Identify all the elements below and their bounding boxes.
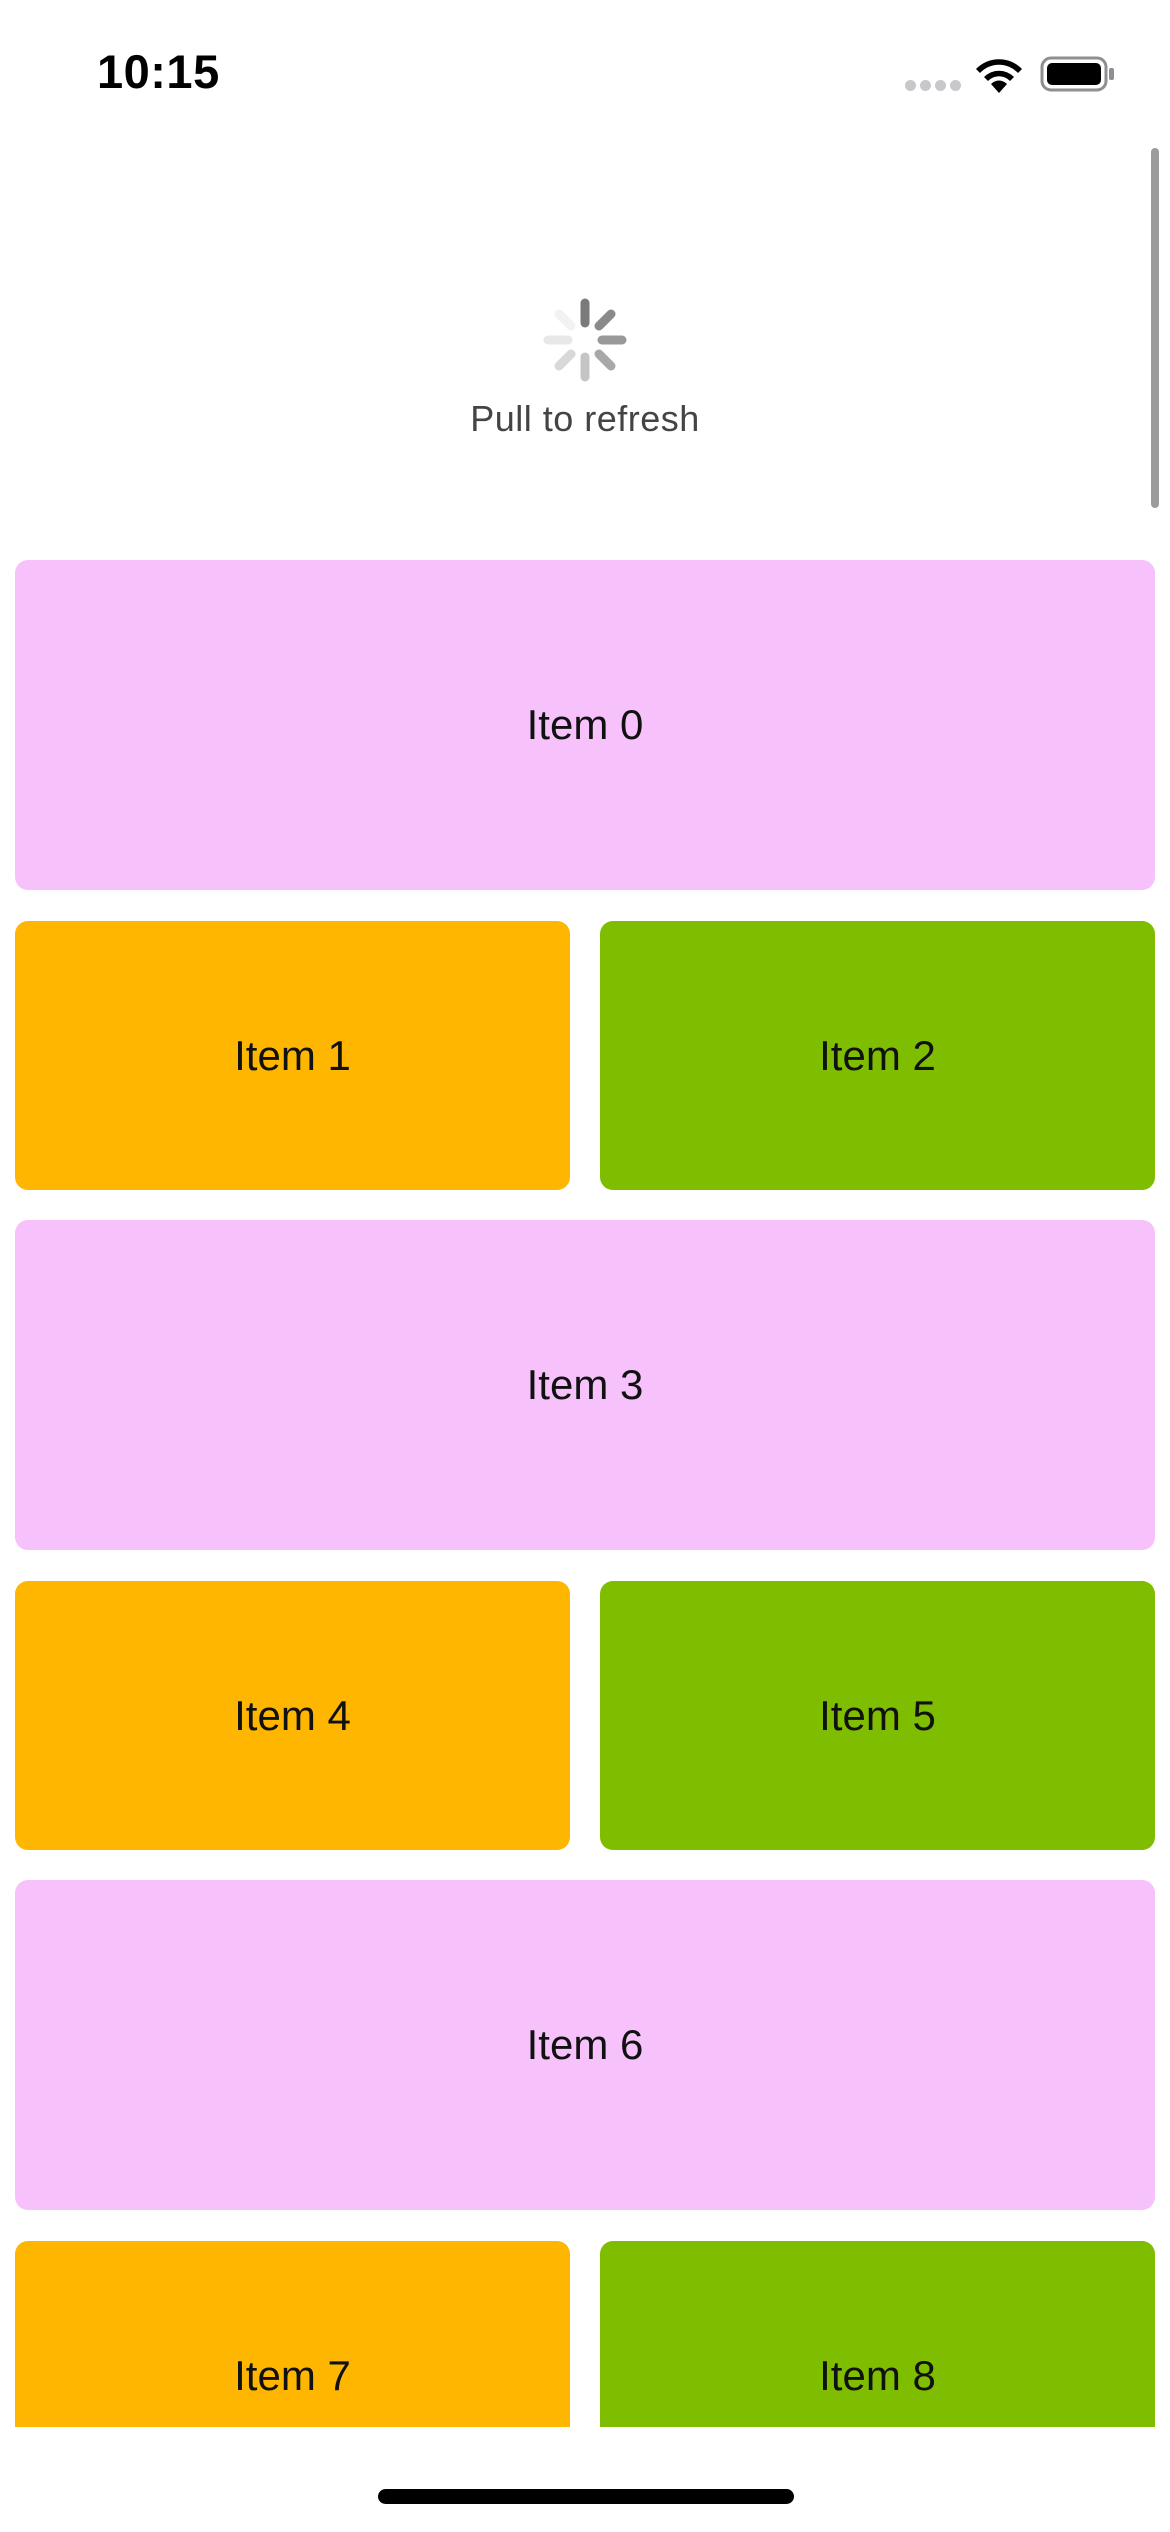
item-tile-6[interactable]: Item 6 xyxy=(15,1880,1155,2210)
status-time: 10:15 xyxy=(97,45,220,98)
item-label: Item 4 xyxy=(234,1691,351,1739)
spinner-icon xyxy=(543,298,627,382)
item-label: Item 5 xyxy=(819,1691,936,1739)
item-tile-1[interactable]: Item 1 xyxy=(15,921,570,1190)
signal-dots-icon xyxy=(905,80,961,92)
item-label: Item 0 xyxy=(526,701,644,748)
wifi-icon xyxy=(976,59,1022,93)
item-label: Item 7 xyxy=(234,2351,351,2399)
item-tile-2[interactable]: Item 2 xyxy=(600,921,1155,1190)
item-tile-0[interactable]: Item 0 xyxy=(15,560,1155,890)
item-label: Item 3 xyxy=(526,1361,644,1408)
item-grid[interactable]: Item 0 Item 1 Item 2 Item 3 Item 4 Item … xyxy=(0,560,1170,2427)
item-tile-3[interactable]: Item 3 xyxy=(15,1220,1155,1550)
pull-to-refresh-label: Pull to refresh xyxy=(470,398,700,439)
item-label: Item 8 xyxy=(819,2351,936,2399)
item-label: Item 2 xyxy=(819,1031,936,1079)
home-indicator[interactable] xyxy=(378,2489,794,2504)
item-tile-8[interactable]: Item 8 xyxy=(600,2241,1155,2427)
item-label: Item 6 xyxy=(526,2021,644,2068)
status-bar: 10:15 xyxy=(0,0,1170,150)
battery-icon xyxy=(1040,56,1114,92)
item-label: Item 1 xyxy=(234,1031,351,1079)
item-tile-5[interactable]: Item 5 xyxy=(600,1581,1155,1850)
item-tile-4[interactable]: Item 4 xyxy=(15,1581,570,1850)
pull-to-refresh: Pull to refresh xyxy=(0,295,1170,445)
item-tile-7[interactable]: Item 7 xyxy=(15,2241,570,2427)
